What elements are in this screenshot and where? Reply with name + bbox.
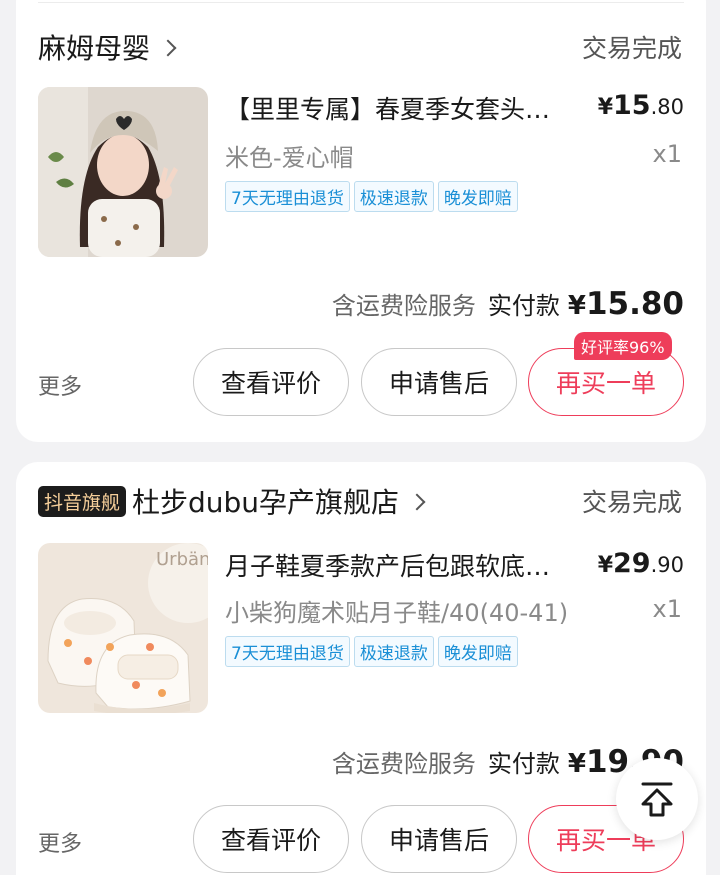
tag-refund: 极速退款 <box>353 181 434 212</box>
shop-name[interactable]: 杜步dubu孕产旗舰店 <box>132 481 399 521</box>
view-review-button[interactable]: 查看评价 <box>193 805 349 873</box>
paid-label: 实付款 <box>487 292 560 320</box>
view-review-button[interactable]: 查看评价 <box>193 348 349 416</box>
chevron-right-icon <box>408 493 426 511</box>
chevron-right-icon <box>159 39 177 57</box>
back-to-top-button[interactable] <box>616 758 698 840</box>
tag-compensation: 晚发即赔 <box>437 636 518 667</box>
product-title[interactable]: 月子鞋夏季款产后包跟软底防滑 <box>225 547 555 583</box>
product-price: ¥15.80 <box>597 90 684 121</box>
product-variant: 米色-爱心帽 <box>225 144 354 172</box>
product-quantity: x1 <box>652 595 682 623</box>
order-total: 含运费险服务 实付款 ¥ 15.80 <box>332 286 684 322</box>
paid-currency: ¥ <box>567 749 586 779</box>
svg-text:Urbän: Urbän <box>156 549 208 570</box>
tag-return: 7天无理由退货 <box>225 181 350 212</box>
order-card: 麻姆母婴 交易完成 【里里专属】春夏季女套头月子帽 ¥15.80 米色-爱心帽 … <box>16 0 706 442</box>
order-status: 交易完成 <box>581 34 682 63</box>
rating-badge: 好评率96% <box>574 332 672 360</box>
arrow-up-to-line-icon <box>641 782 673 817</box>
more-button[interactable]: 更多 <box>38 826 82 858</box>
product-image[interactable] <box>38 87 208 257</box>
order-status: 交易完成 <box>581 488 682 517</box>
more-button[interactable]: 更多 <box>38 369 82 401</box>
tag-return: 7天无理由退货 <box>225 636 350 667</box>
product-price: ¥29.90 <box>597 548 684 579</box>
product-variant: 小柴狗魔术贴月子鞋/40(40-41) <box>225 599 569 627</box>
paid-amount: 15.80 <box>585 286 684 322</box>
insurance-label: 含运费险服务 <box>331 292 476 320</box>
tag-refund: 极速退款 <box>353 636 434 667</box>
product-quantity: x1 <box>652 140 682 168</box>
paid-label: 实付款 <box>487 750 560 778</box>
product-image[interactable]: Urbän <box>38 543 208 713</box>
divider <box>38 2 684 3</box>
shop-header[interactable]: 抖音旗舰 杜步dubu孕产旗舰店 交易完成 <box>38 481 682 521</box>
service-tags: 7天无理由退货 极速退款 晚发即赔 <box>225 636 518 667</box>
after-sale-button[interactable]: 申请售后 <box>361 348 517 416</box>
after-sale-button[interactable]: 申请售后 <box>361 805 517 873</box>
shop-name[interactable]: 麻姆母婴 <box>38 27 150 67</box>
insurance-label: 含运费险服务 <box>331 750 476 778</box>
tag-compensation: 晚发即赔 <box>437 181 518 212</box>
service-tags: 7天无理由退货 极速退款 晚发即赔 <box>225 181 518 212</box>
shop-header[interactable]: 麻姆母婴 交易完成 <box>38 27 682 67</box>
paid-currency: ¥ <box>567 291 586 321</box>
order-card: 抖音旗舰 杜步dubu孕产旗舰店 交易完成 Urbän 月子鞋夏季款产后包跟软底… <box>16 462 706 875</box>
product-title[interactable]: 【里里专属】春夏季女套头月子帽 <box>225 90 555 126</box>
flagship-badge: 抖音旗舰 <box>38 485 127 517</box>
